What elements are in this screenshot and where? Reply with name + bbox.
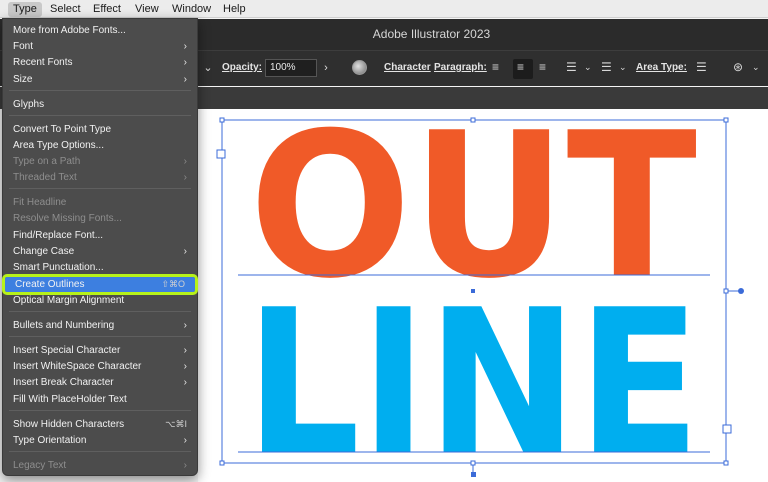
opacity-input[interactable]: 100% [265, 59, 317, 77]
menu-separator [9, 311, 191, 312]
chevron-right-icon[interactable]: › [318, 59, 334, 77]
rotate-handle[interactable] [738, 288, 744, 294]
chevron-down-icon[interactable]: ⌄ [200, 59, 216, 77]
menu-item-optical-margin-alignment[interactable]: Optical Margin Alignment [3, 293, 197, 308]
menu-item-more-from-adobe-fonts[interactable]: More from Adobe Fonts... [3, 23, 197, 38]
menubar-window[interactable]: Window [167, 2, 216, 17]
menubar-view[interactable]: View [130, 2, 164, 17]
app-window: Type Select Effect View Window Help Adob… [0, 0, 768, 482]
menu-separator [9, 90, 191, 91]
menu-item-type-on-a-path: Type on a Path › [13, 156, 187, 167]
menu-item-smart-punctuation[interactable]: Smart Punctuation... [3, 260, 197, 275]
handle-top-center[interactable] [470, 117, 476, 123]
shortcut-label: ⌥⌘I [165, 419, 187, 429]
chevron-right-icon: › [183, 156, 187, 167]
paragraph-link[interactable]: Paragraph: [434, 62, 487, 73]
menu-separator [9, 188, 191, 189]
center-point [471, 289, 475, 293]
artwork-line-text[interactable]: LINE [246, 267, 701, 482]
menu-item-glyphs[interactable]: Glyphs [3, 97, 197, 112]
character-link[interactable]: Character [384, 62, 431, 73]
align-left-icon[interactable]: ≡ [492, 60, 499, 74]
menu-item-threaded-text: Threaded Text › [13, 172, 187, 183]
out-port[interactable] [722, 424, 732, 434]
menu-item-recent-fonts[interactable]: Recent Fonts › [3, 55, 197, 70]
numbered-list-icon[interactable]: ☰ [601, 60, 612, 74]
chevron-right-icon: › [183, 41, 187, 52]
handle-bottom-left[interactable] [219, 460, 225, 466]
chevron-right-icon: › [183, 246, 187, 257]
menu-item-font[interactable]: Font › [3, 39, 197, 54]
type-menu-dropdown: More from Adobe Fonts... Font › Recent Fo… [2, 18, 198, 476]
menu-item-resolve-missing-fonts: Resolve Missing Fonts... [13, 213, 122, 224]
menu-item-create-outlines[interactable]: Create Outlines ⇧⌘O [2, 274, 198, 295]
chevron-right-icon: › [183, 361, 187, 372]
menu-separator [9, 410, 191, 411]
menu-item-size[interactable]: Size › [3, 72, 197, 87]
menubar-effect[interactable]: Effect [88, 2, 126, 17]
menubar-select[interactable]: Select [45, 2, 86, 17]
menu-item-insert-special-character[interactable]: Insert Special Character › [3, 343, 197, 358]
transform-icon[interactable]: ⊛ [733, 60, 743, 74]
chevron-down-icon[interactable]: ⌄ [584, 62, 592, 73]
chevron-right-icon: › [183, 320, 187, 331]
handle-top-left[interactable] [219, 117, 225, 123]
menu-separator [9, 115, 191, 116]
chevron-down-icon[interactable]: ⌄ [619, 62, 627, 73]
menu-item-bullets-and-numbering[interactable]: Bullets and Numbering › [3, 318, 197, 333]
recolor-globe-icon[interactable] [352, 60, 367, 75]
menu-item-convert-to-point-type[interactable]: Convert To Point Type [3, 122, 197, 137]
chevron-right-icon: › [183, 435, 187, 446]
artwork-svg: OUT LINE [216, 109, 744, 482]
menu-item-change-case[interactable]: Change Case › [3, 244, 197, 259]
menu-separator [9, 451, 191, 452]
menu-item-legacy-text: Legacy Text › [13, 460, 187, 471]
bullets-icon[interactable]: ☰ [566, 60, 577, 74]
handle-bottom-center[interactable] [470, 460, 476, 466]
menu-item-insert-whitespace-character[interactable]: Insert WhiteSpace Character › [3, 359, 197, 374]
menu-item-fit-headline: Fit Headline [13, 197, 67, 208]
opacity-label[interactable]: Opacity: [222, 62, 262, 73]
chevron-right-icon: › [183, 460, 187, 471]
chevron-down-icon[interactable]: ⌄ [752, 62, 760, 73]
chevron-right-icon: › [183, 345, 187, 356]
menu-item-type-orientation[interactable]: Type Orientation › [3, 433, 197, 448]
menu-item-insert-break-character[interactable]: Insert Break Character › [3, 375, 197, 390]
menu-item-fill-with-placeholder-text[interactable]: Fill With PlaceHolder Text [3, 392, 197, 407]
chevron-right-icon: › [183, 377, 187, 388]
chevron-right-icon: › [183, 57, 187, 68]
chevron-right-icon: › [183, 74, 187, 85]
chevron-right-icon: › [183, 172, 187, 183]
handle-top-right[interactable] [723, 117, 729, 123]
area-type-link[interactable]: Area Type: [636, 62, 687, 73]
menubar-help[interactable]: Help [218, 2, 251, 17]
menubar-type[interactable]: Type [8, 2, 42, 17]
menu-item-find-replace-font[interactable]: Find/Replace Font... [3, 228, 197, 243]
menubar: Type Select Effect View Window Help [0, 0, 768, 18]
in-port[interactable] [216, 149, 226, 159]
align-center-icon[interactable]: ≡ [517, 60, 524, 74]
handle-middle-right[interactable] [723, 288, 729, 294]
bottom-handle[interactable] [471, 472, 476, 477]
area-type-options-icon[interactable]: ☰ [696, 60, 707, 74]
menu-item-area-type-options[interactable]: Area Type Options... [3, 138, 197, 153]
shortcut-label: ⇧⌘O [161, 279, 185, 289]
menu-separator [9, 336, 191, 337]
align-right-icon[interactable]: ≡ [539, 60, 546, 74]
artboard-canvas[interactable]: OUT LINE [198, 109, 768, 482]
menu-item-show-hidden-characters[interactable]: Show Hidden Characters ⌥⌘I [3, 417, 197, 432]
handle-bottom-right[interactable] [723, 460, 729, 466]
